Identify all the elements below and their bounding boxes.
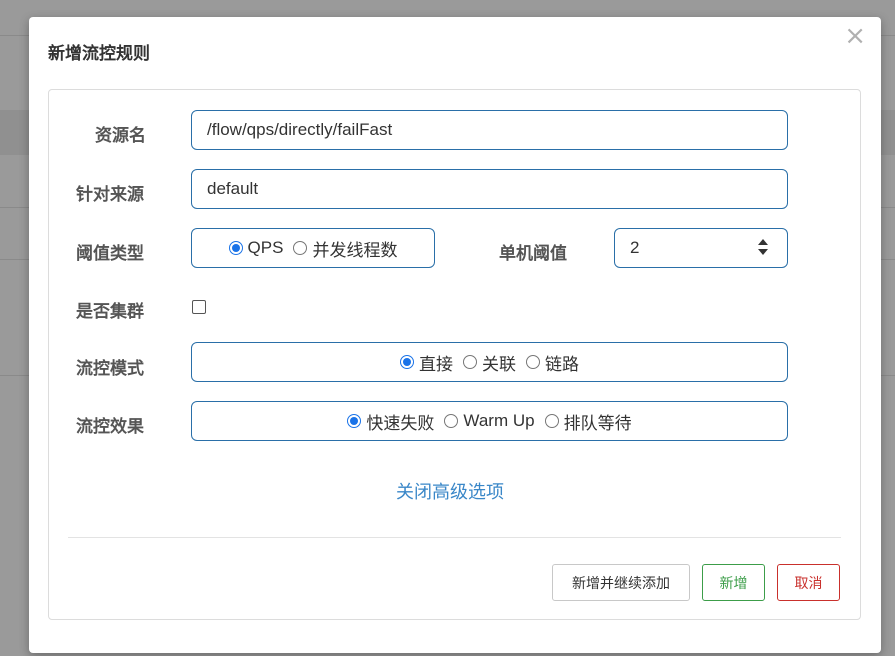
behavior-option-warm-up[interactable]: Warm Up [444,411,535,431]
radio-checked-icon[interactable] [228,241,243,255]
resource-label: 资源名 [95,126,146,146]
behavior-option-fail-fast[interactable]: 快速失败 [347,409,434,434]
strategy-label: 流控模式 [76,359,144,379]
cluster-checkbox[interactable] [192,300,206,314]
grade-option-qps[interactable]: QPS [228,238,284,258]
behavior-option-label: Warm Up [463,411,535,430]
count-label: 单机阈值 [499,244,567,264]
add-flow-rule-dialog: 新增流控规则 × 资源名 /flow/qps/directly/failFast… [29,17,881,653]
close-icon[interactable]: × [844,23,866,49]
radio-checked-icon[interactable] [400,355,414,369]
radio-checked-icon[interactable] [347,414,362,428]
spin-up-icon[interactable] [758,239,768,245]
strategy-option-label: 关联 [482,354,516,374]
limit-app-input-value: default [207,179,259,198]
radio-unchecked-icon[interactable] [544,414,559,428]
limit-app-input[interactable]: default [191,169,788,209]
grade-option-label: 并发线程数 [312,240,398,260]
radio-unchecked-icon[interactable] [463,355,477,369]
strategy-option-direct[interactable]: 直接 [400,350,453,375]
strategy-option-label: 直接 [419,354,453,374]
radio-unchecked-icon[interactable] [526,355,540,369]
control-behavior-label: 流控效果 [76,417,144,437]
number-spinner-icon[interactable] [757,239,769,257]
resource-input-value: /flow/qps/directly/failFast [207,120,393,139]
grade-label: 阈值类型 [76,244,144,264]
behavior-option-label: 快速失败 [366,413,435,433]
strategy-option-label: 链路 [545,354,579,374]
behavior-option-label: 排队等待 [563,413,632,433]
cluster-label: 是否集群 [76,302,144,322]
toggle-advanced-options-link[interactable]: 关闭高级选项 [396,478,504,504]
grade-radio-group: QPS 并发线程数 [191,228,435,268]
rule-form: 资源名 /flow/qps/directly/failFast 针对来源 def… [48,89,861,620]
strategy-option-chain[interactable]: 链路 [526,350,579,375]
add-button[interactable]: 新增 [702,564,765,601]
cancel-button[interactable]: 取消 [777,564,840,601]
limit-app-label: 针对来源 [76,185,144,205]
grade-option-thread[interactable]: 并发线程数 [293,236,397,261]
radio-unchecked-icon[interactable] [293,241,308,255]
resource-input[interactable]: /flow/qps/directly/failFast [191,110,788,150]
strategy-option-relate[interactable]: 关联 [463,350,516,375]
behavior-option-queue[interactable]: 排队等待 [544,409,632,434]
dialog-title: 新增流控规则 [48,44,150,64]
control-behavior-radio-group: 快速失败 Warm Up 排队等待 [191,401,788,441]
footer-divider [68,537,841,538]
strategy-radio-group: 直接 关联 链路 [191,342,788,382]
spin-down-icon[interactable] [758,249,768,255]
add-and-continue-button[interactable]: 新增并继续添加 [552,564,690,601]
radio-unchecked-icon[interactable] [444,414,459,428]
grade-option-label: QPS [247,238,284,257]
count-input-value: 2 [630,238,640,257]
count-number-input[interactable]: 2 [614,228,788,268]
